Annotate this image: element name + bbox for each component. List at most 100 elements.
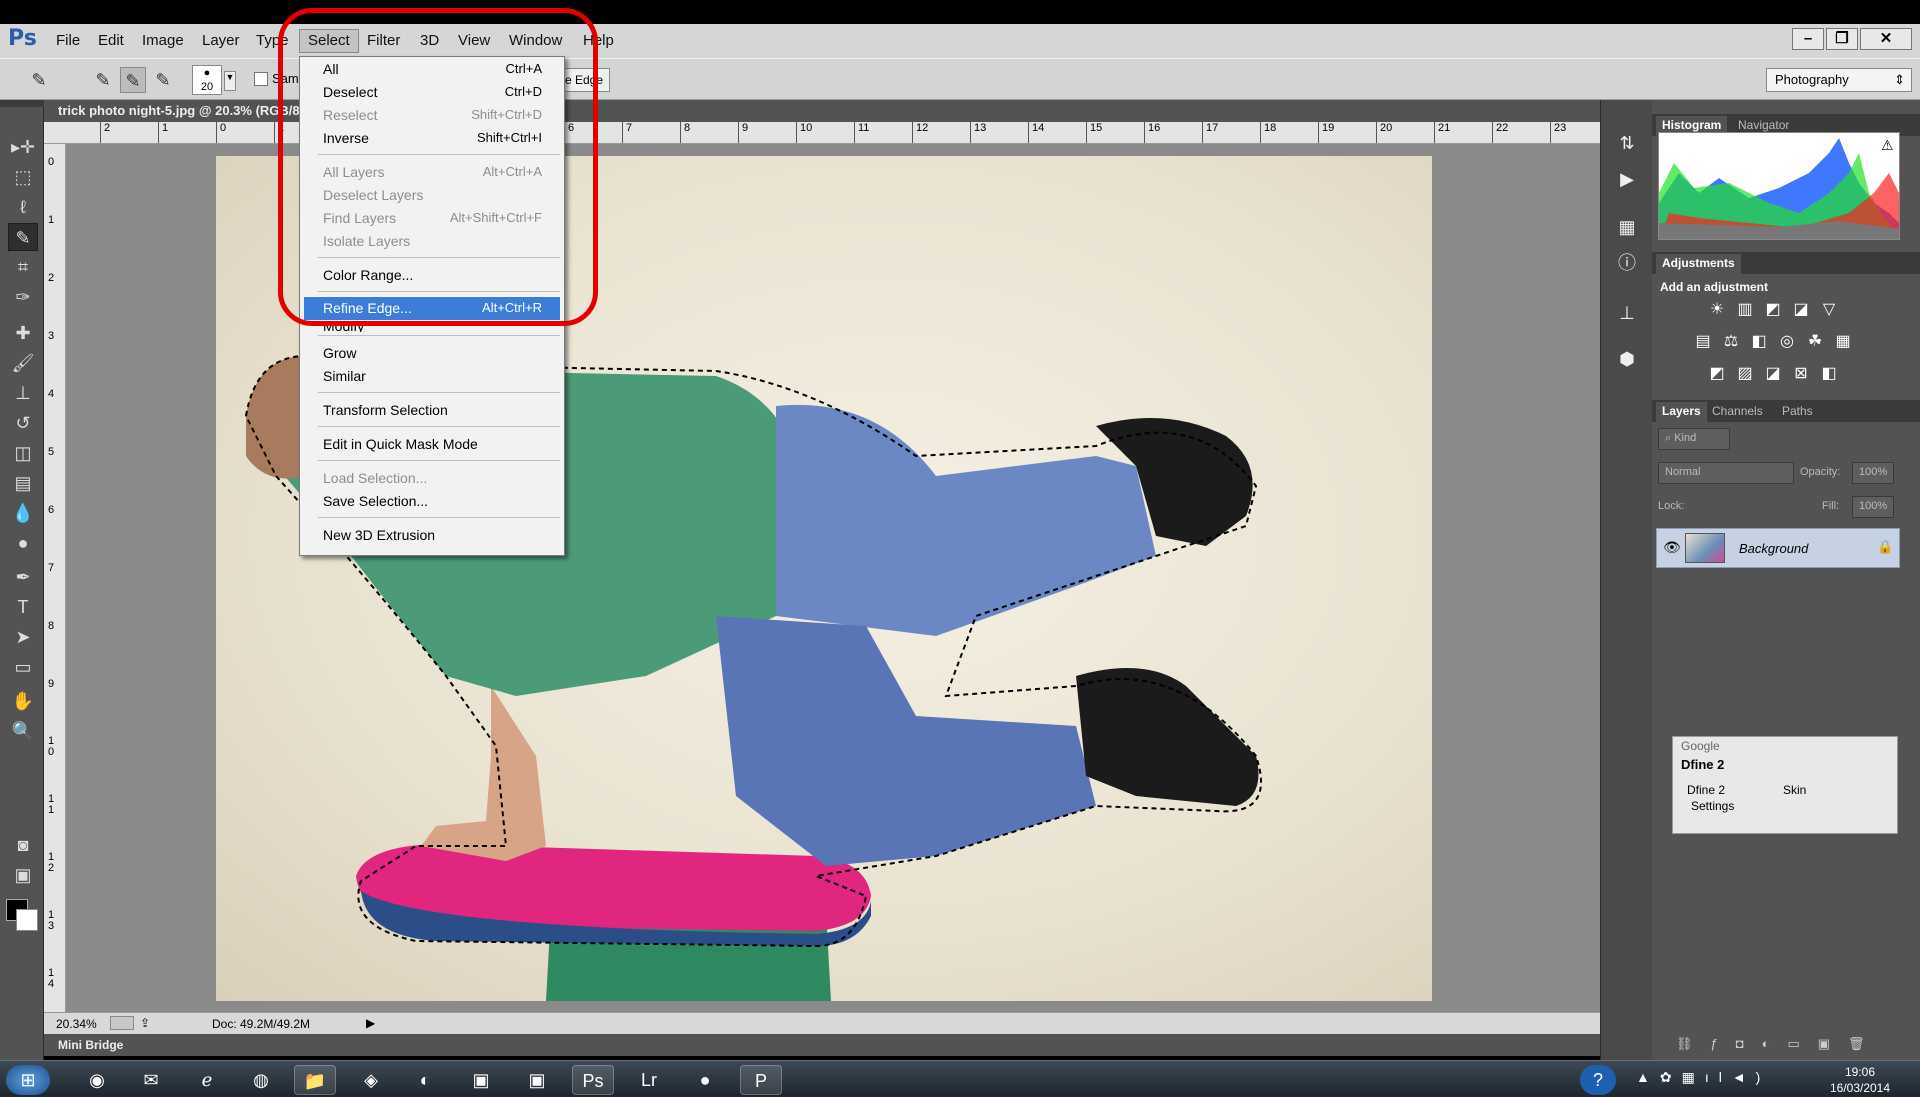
powerpoint-icon[interactable]: P [740, 1065, 782, 1095]
menu-item-transform-selection[interactable]: Transform Selection [300, 399, 564, 422]
crop-tool-icon[interactable]: ⌗ [8, 253, 38, 281]
selective-color-adjust-icon[interactable]: ⊠ [1790, 364, 1812, 384]
sample-all-layers-checkbox[interactable] [254, 72, 268, 86]
invert-adjust-icon[interactable]: ◩ [1706, 364, 1728, 384]
hand-tool-icon[interactable]: ✋ [8, 687, 38, 715]
quick-selection-tool-icon[interactable]: ✎ [8, 223, 38, 251]
menu-item-new-3d-extrusion[interactable]: New 3D Extrusion [300, 524, 564, 547]
blend-mode-select[interactable]: Normal [1658, 462, 1794, 484]
menu-item-grow[interactable]: Grow [300, 342, 564, 365]
history-brush-tool-icon[interactable]: ↺ [8, 409, 38, 437]
menu-image[interactable]: Image [142, 32, 184, 49]
close-button[interactable]: ✕ [1860, 28, 1912, 50]
eraser-tool-icon[interactable]: ◫ [8, 439, 38, 467]
brush-tool-icon[interactable]: 🖌 [8, 349, 38, 377]
share-icon[interactable]: ⇪ [140, 1016, 150, 1030]
menu-item-load-selection[interactable]: Load Selection... [300, 467, 564, 490]
opacity-field[interactable]: 100% [1852, 462, 1894, 484]
zoom-tool-icon[interactable]: 🔍 [8, 717, 38, 745]
lightroom-icon[interactable]: Lr [628, 1065, 670, 1095]
mini-bridge-tab[interactable]: Mini Bridge [44, 1034, 1600, 1056]
settings-button[interactable]: Settings [1691, 799, 1734, 813]
actions-play-icon[interactable]: ▶ [1613, 166, 1641, 192]
app-icon-red[interactable]: ● [684, 1065, 726, 1095]
color-balance-adjust-icon[interactable]: ⚖ [1720, 332, 1742, 352]
layer-row-background[interactable]: 👁 Background 🔒 [1656, 528, 1900, 568]
chrome-icon[interactable]: ◉ [76, 1065, 118, 1095]
layer-name[interactable]: Background [1739, 541, 1808, 556]
pen-tool-icon[interactable]: ✒ [8, 563, 38, 591]
photoshop-taskbar-icon[interactable]: Ps [572, 1065, 614, 1095]
info-icon[interactable]: ⓘ [1613, 250, 1641, 276]
marquee-tool-icon[interactable]: ⬚ [8, 163, 38, 191]
brightness-adjust-icon[interactable]: ☀ [1706, 300, 1728, 320]
subtract-from-selection-icon[interactable]: ✎ [150, 67, 176, 93]
status-arrow-icon[interactable]: ▶ [366, 1016, 375, 1030]
menu-item-quick-mask[interactable]: Edit in Quick Mask Mode [300, 433, 564, 456]
dodge-tool-icon[interactable]: ● [8, 529, 38, 557]
shape-tool-icon[interactable]: ▭ [8, 653, 38, 681]
explorer-icon[interactable]: 📁 [294, 1065, 336, 1095]
curves-adjust-icon[interactable]: ◩ [1762, 300, 1784, 320]
menu-file[interactable]: File [56, 32, 80, 49]
brush-dropdown-icon[interactable]: ▼ [224, 71, 236, 91]
layer-filter-kind[interactable]: ⌕ Kind [1658, 428, 1730, 450]
new-selection-mode-icon[interactable]: ✎ [90, 67, 116, 93]
menu-layer[interactable]: Layer [202, 32, 240, 49]
path-selection-tool-icon[interactable]: ➤ [8, 623, 38, 651]
quick-mask-icon[interactable]: ◙ [8, 831, 38, 859]
color-lookup-adjust-icon[interactable]: ▦ [1832, 332, 1854, 352]
workspace-select[interactable]: Photography ⇕ [1766, 68, 1912, 92]
firefox-icon[interactable]: ◍ [240, 1065, 282, 1095]
eyedropper-tool-icon[interactable]: ✑ [8, 283, 38, 311]
move-tool-icon[interactable]: ▸✛ [8, 133, 38, 161]
black-white-adjust-icon[interactable]: ◧ [1748, 332, 1770, 352]
start-button-icon[interactable]: ⊞ [6, 1065, 50, 1095]
app-icon-purple[interactable]: ▣ [516, 1065, 558, 1095]
exposure-adjust-icon[interactable]: ◪ [1790, 300, 1812, 320]
ie-icon[interactable]: ℯ [186, 1065, 228, 1095]
lasso-tool-icon[interactable]: ℓ [8, 193, 38, 221]
help-icon[interactable]: ? [1580, 1065, 1616, 1095]
background-color-swatch[interactable] [16, 909, 38, 931]
restore-button[interactable]: ❐ [1826, 28, 1858, 50]
dfine-heading[interactable]: Dfine 2 [1681, 757, 1724, 772]
threshold-adjust-icon[interactable]: ◪ [1762, 364, 1784, 384]
3d-panel-icon[interactable]: ⬢ [1613, 346, 1641, 372]
app-icon-green[interactable]: ◈ [350, 1065, 392, 1095]
system-tray-icons[interactable]: ▲✿▦ıl◄) [1636, 1069, 1770, 1086]
menu-edit[interactable]: Edit [98, 32, 124, 49]
minimize-button[interactable]: – [1792, 28, 1824, 50]
layers-footer-icons[interactable]: ⛓ƒ◘◐▭▣🗑 [1652, 1030, 1920, 1060]
tab-channels[interactable]: Channels [1706, 402, 1769, 422]
healing-brush-tool-icon[interactable]: ✚ [8, 319, 38, 347]
screen-mode-icon[interactable]: ▣ [8, 861, 38, 889]
brush-size-picker[interactable]: ● 20 [192, 65, 222, 95]
clone-source-icon[interactable]: ⊥ [1613, 300, 1641, 326]
channel-mixer-adjust-icon[interactable]: ☘ [1804, 332, 1826, 352]
tab-adjustments[interactable]: Adjustments [1656, 254, 1741, 274]
add-to-selection-icon[interactable]: ✎ [120, 67, 146, 93]
vibrance-adjust-icon[interactable]: ▽ [1818, 300, 1840, 320]
gmail-icon[interactable]: ✉ [130, 1065, 172, 1095]
gradient-map-adjust-icon[interactable]: ◧ [1818, 364, 1840, 384]
type-tool-icon[interactable]: T [8, 593, 38, 621]
clone-stamp-tool-icon[interactable]: ⊥ [8, 379, 38, 407]
brush-presets-icon[interactable]: ▦ [1613, 214, 1641, 240]
blur-tool-icon[interactable]: 💧 [8, 499, 38, 527]
photo-filter-adjust-icon[interactable]: ◎ [1776, 332, 1798, 352]
quick-selection-preset-icon[interactable]: ✎ [26, 67, 52, 93]
gradient-tool-icon[interactable]: ▤ [8, 469, 38, 497]
history-icon[interactable]: ⇅ [1613, 130, 1641, 156]
fill-field[interactable]: 100% [1852, 496, 1894, 518]
tab-paths[interactable]: Paths [1776, 402, 1819, 422]
hue-adjust-icon[interactable]: ▤ [1692, 332, 1714, 352]
levels-adjust-icon[interactable]: ▥ [1734, 300, 1756, 320]
menu-item-similar[interactable]: Similar [300, 365, 564, 388]
posterize-adjust-icon[interactable]: ▨ [1734, 364, 1756, 384]
warning-icon[interactable]: ⚠ [1881, 137, 1894, 154]
app-icon-dark[interactable]: ◐ [404, 1065, 446, 1095]
eye-visibility-icon[interactable]: 👁 [1663, 539, 1681, 556]
menu-item-save-selection[interactable]: Save Selection... [300, 490, 564, 513]
proof-icon[interactable] [110, 1016, 134, 1030]
